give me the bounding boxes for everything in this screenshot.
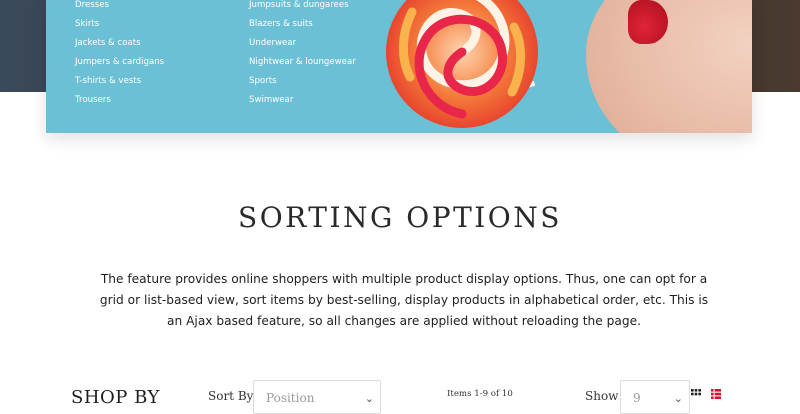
show-limit-value: 9 bbox=[633, 391, 641, 405]
menu-link-blazers-suits[interactable]: Blazers & suits bbox=[249, 15, 356, 34]
menu-link-sports[interactable]: Sports bbox=[249, 72, 356, 91]
shop-by-heading: SHOP BY bbox=[71, 387, 160, 408]
sort-by-select[interactable]: Position ⌄ bbox=[253, 380, 381, 414]
menu-link-dresses[interactable]: Dresses bbox=[75, 0, 164, 15]
model-face-image bbox=[586, 0, 752, 133]
list-view-icon[interactable] bbox=[711, 389, 721, 399]
section-title: SORTING OPTIONS bbox=[238, 201, 562, 234]
lollipop-image bbox=[386, 0, 538, 128]
show-limit-select[interactable]: 9 ⌄ bbox=[620, 380, 690, 414]
menu-link-trousers[interactable]: Trousers bbox=[75, 91, 164, 110]
menu-link-swimwear[interactable]: Swimwear bbox=[249, 91, 356, 110]
items-count: Items 1-9 of 10 bbox=[447, 389, 513, 399]
menu-link-skirts[interactable]: Skirts bbox=[75, 15, 164, 34]
sort-by-label: Sort By bbox=[208, 389, 254, 403]
grid-view-icon[interactable] bbox=[691, 389, 701, 399]
chevron-down-icon: ⌄ bbox=[673, 392, 683, 405]
menu-link-nightwear-loungewear[interactable]: Nightwear & loungewear bbox=[249, 53, 356, 72]
menu-link-jumpers-cardigans[interactable]: Jumpers & cardigans bbox=[75, 53, 164, 72]
show-label: Show bbox=[585, 389, 619, 403]
menu-link-underwear[interactable]: Underwear bbox=[249, 34, 356, 53]
mega-menu-dropdown: Dresses Skirts Jackets & coats Jumpers &… bbox=[46, 0, 752, 133]
model-lips-image bbox=[628, 0, 668, 44]
menu-column-1: Dresses Skirts Jackets & coats Jumpers &… bbox=[75, 0, 164, 114]
sort-by-value: Position bbox=[266, 391, 315, 405]
menu-column-2: Jumpsuits & dungarees Blazers & suits Un… bbox=[249, 0, 356, 114]
section-description: The feature provides online shoppers wit… bbox=[99, 272, 709, 328]
chevron-down-icon: ⌄ bbox=[364, 392, 374, 405]
menu-link-jackets-coats[interactable]: Jackets & coats bbox=[75, 34, 164, 53]
menu-link-jumpsuits-dungarees[interactable]: Jumpsuits & dungarees bbox=[249, 0, 356, 15]
menu-link-tshirts-vests[interactable]: T-shirts & vests bbox=[75, 72, 164, 91]
